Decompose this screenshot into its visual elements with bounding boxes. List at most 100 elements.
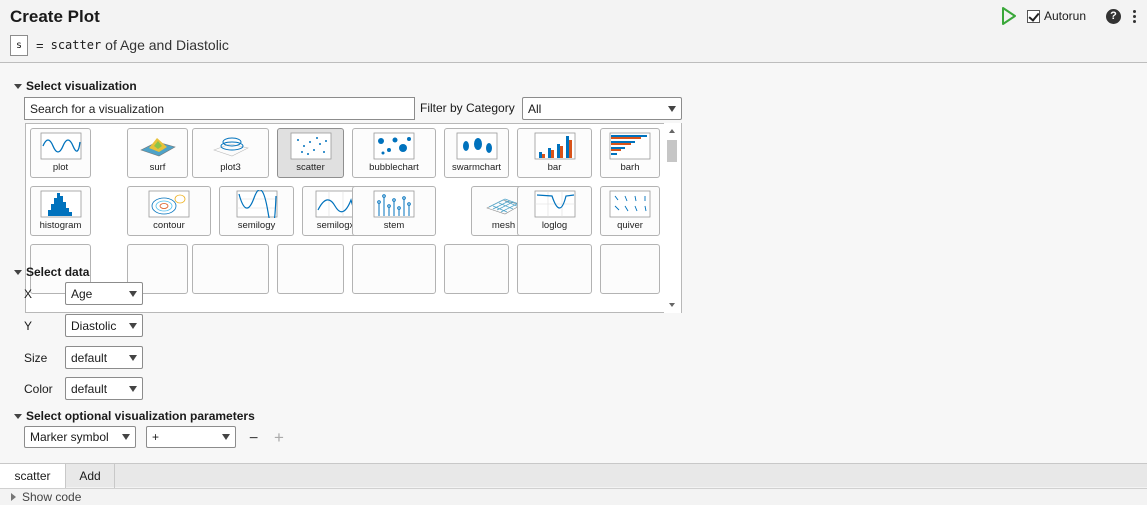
tab-scatter[interactable]: scatter [0, 464, 66, 488]
output-variable-box[interactable]: s [10, 34, 28, 56]
tile-contour[interactable]: contour [127, 186, 211, 236]
bar-icon [534, 132, 575, 160]
collapse-icon [14, 83, 22, 89]
tile-quiver[interactable]: quiver [600, 186, 660, 236]
tile-row3-5[interactable] [352, 244, 436, 294]
param-name-dropdown[interactable]: Marker symbol [24, 426, 136, 448]
histogram-icon [40, 190, 81, 218]
swarmchart-icon [456, 132, 497, 160]
stem-icon [373, 190, 415, 218]
plot-expression: s = scatter of Age and Diastolic [10, 34, 229, 56]
more-options-icon[interactable] [1133, 9, 1137, 23]
tile-stem[interactable]: stem [352, 186, 436, 236]
tile-semilogy[interactable]: semilogy [219, 186, 294, 236]
x-label: X [24, 287, 33, 301]
header: Create Plot s = scatter of Age and Diast… [0, 0, 1147, 62]
select-visualization-header[interactable]: Select visualization [14, 79, 137, 93]
color-dropdown[interactable]: default [65, 377, 143, 400]
color-label: Color [24, 382, 53, 396]
size-dropdown[interactable]: default [65, 346, 143, 369]
tile-swarmchart[interactable]: swarmchart [444, 128, 509, 178]
select-params-header[interactable]: Select optional visualization parameters [14, 409, 255, 423]
tile-label: stem [383, 220, 405, 231]
y-dropdown[interactable]: Diastolic [65, 314, 143, 337]
header-toolbar: Autorun ? [1001, 7, 1137, 25]
tile-surf[interactable]: surf [127, 128, 188, 178]
size-value: default [71, 350, 108, 365]
category-filter-value: All [528, 101, 542, 116]
autorun-checkbox[interactable] [1026, 9, 1040, 23]
color-value: default [71, 381, 108, 396]
section-title: Select optional visualization parameters [26, 409, 255, 423]
tile-label: scatter [296, 162, 325, 173]
scroll-up-icon[interactable] [669, 129, 675, 133]
tile-label: barh [620, 162, 640, 173]
tile-label: surf [149, 162, 166, 173]
tile-histogram[interactable]: histogram [30, 186, 91, 236]
scatter-icon [290, 132, 331, 160]
tile-scatter[interactable]: scatter [277, 128, 344, 178]
tile-bubblechart[interactable]: bubblechart [352, 128, 436, 178]
tile-row3-3[interactable] [192, 244, 269, 294]
tile-label: bubblechart [369, 162, 419, 173]
tile-label: plot3 [220, 162, 241, 173]
tab-bar: scatter Add [0, 463, 1147, 488]
collapse-icon [14, 269, 22, 275]
chevron-down-icon [222, 434, 230, 440]
plot3-icon [212, 137, 249, 157]
x-dropdown[interactable]: Age [65, 282, 143, 305]
y-value: Diastolic [71, 318, 117, 333]
chevron-down-icon [129, 290, 137, 297]
tile-label: contour [153, 220, 185, 231]
tile-bar[interactable]: bar [517, 128, 592, 178]
surf-icon [139, 138, 176, 157]
param-value: + [152, 430, 160, 444]
show-code-toggle[interactable]: Show code [0, 488, 1147, 505]
param-name-value: Marker symbol [30, 430, 109, 444]
tile-row3-6[interactable] [444, 244, 509, 294]
y-label: Y [24, 319, 33, 333]
collapse-icon [14, 413, 22, 419]
select-data-header[interactable]: Select data [14, 265, 89, 279]
function-name: scatter [50, 38, 102, 52]
gallery-scrollbar[interactable] [664, 123, 681, 313]
tile-loglog[interactable]: loglog [517, 186, 592, 236]
semilogx-icon [315, 190, 356, 218]
tile-label: bar [547, 162, 562, 173]
tile-label: plot [52, 162, 69, 173]
help-icon[interactable]: ? [1106, 8, 1121, 24]
autorun-label: Autorun [1043, 9, 1086, 23]
filter-label: Filter by Category [420, 101, 515, 115]
semilogy-icon [236, 190, 277, 218]
quiver-icon [609, 190, 651, 218]
tile-row3-4[interactable] [277, 244, 344, 294]
search-input[interactable]: Search for a visualization [24, 97, 415, 120]
scrollbar-thumb[interactable] [667, 140, 677, 162]
tile-row3-7[interactable] [517, 244, 592, 294]
run-icon[interactable] [1001, 7, 1017, 25]
tile-row3-8[interactable] [600, 244, 660, 294]
page-title: Create Plot [10, 7, 100, 26]
expression-description: of Age and Diastolic [105, 37, 229, 53]
section-title: Select visualization [26, 79, 137, 93]
tile-plot[interactable]: plot [30, 128, 91, 178]
tile-label: quiver [617, 220, 643, 231]
tile-barh[interactable]: barh [600, 128, 660, 178]
param-value-dropdown[interactable]: + [146, 426, 236, 448]
tile-label: swarmchart [451, 162, 502, 173]
chevron-down-icon [129, 354, 137, 361]
main-panel: Select visualization Search for a visual… [0, 62, 1147, 464]
show-code-label: Show code [22, 490, 82, 504]
tile-label: semilogy [237, 220, 276, 231]
autorun-toggle[interactable]: Autorun [1026, 9, 1086, 23]
tile-plot3[interactable]: plot3 [192, 128, 269, 178]
create-plot-window: Create Plot s = scatter of Age and Diast… [0, 0, 1147, 505]
tile-label: histogram [39, 220, 82, 231]
remove-param-icon[interactable]: − [249, 430, 258, 448]
scroll-down-icon[interactable] [669, 303, 675, 307]
add-param-icon[interactable]: + [274, 428, 284, 448]
x-value: Age [71, 286, 93, 301]
category-filter-dropdown[interactable]: All [522, 97, 682, 120]
tab-add[interactable]: Add [66, 464, 115, 488]
chevron-down-icon [129, 385, 137, 392]
